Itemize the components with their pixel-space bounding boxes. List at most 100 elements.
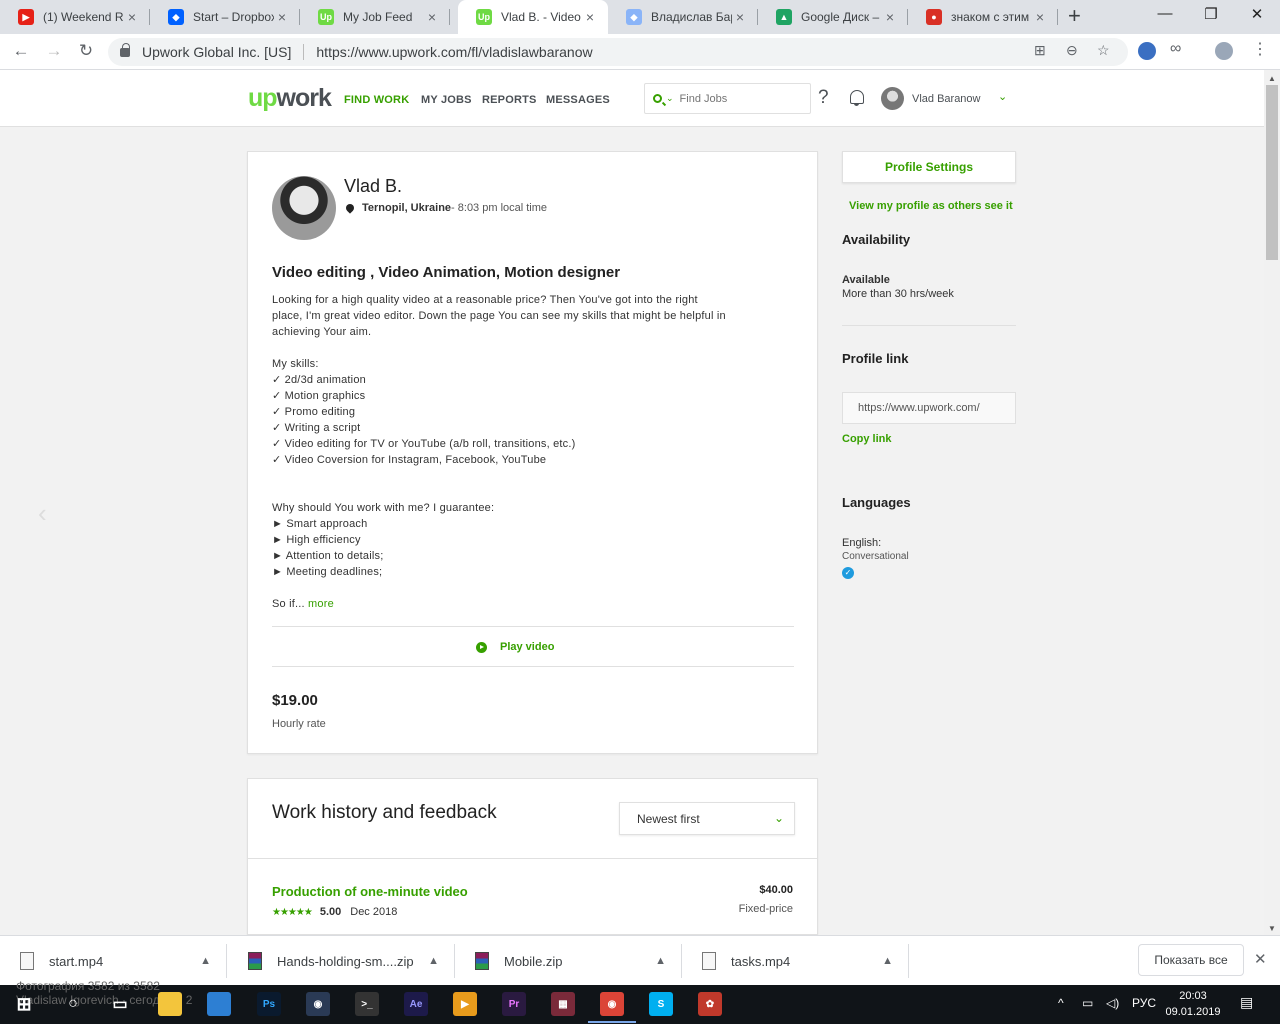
extension-icon[interactable] (1138, 42, 1156, 60)
fruit-app-icon[interactable]: ✿ (698, 992, 722, 1016)
play-video-button[interactable]: Play video (476, 641, 554, 653)
zoom-icon[interactable]: ⊖ (1066, 42, 1078, 59)
tray-expand-icon[interactable]: ^ (1058, 996, 1064, 1010)
media-player-icon[interactable]: ▶ (453, 992, 477, 1016)
notification-center-icon[interactable]: ▤ (1240, 994, 1253, 1011)
profile-icon[interactable] (1215, 42, 1233, 60)
chevron-up-icon[interactable]: ▲ (428, 955, 439, 967)
scroll-up-icon[interactable]: ▲ (1268, 74, 1276, 83)
infinity-extension-icon[interactable]: ∞ (1170, 40, 1181, 58)
url-text[interactable]: https://www.upwork.com/fl/vladislawbaran… (316, 44, 592, 60)
hourly-rate: $19.00 (272, 692, 318, 709)
davinci-icon[interactable]: ◉ (306, 992, 330, 1016)
more-link[interactable]: more (308, 598, 334, 610)
availability-status: Available (842, 274, 890, 286)
close-tab-icon[interactable]: × (274, 9, 290, 25)
guarantee-item: ► Attention to details; (272, 550, 384, 562)
file-explorer-icon[interactable] (158, 992, 182, 1016)
view-as-others-link[interactable]: View my profile as others see it (849, 200, 1013, 212)
close-icon[interactable]: ✕ (1254, 950, 1267, 968)
forward-icon[interactable]: → (43, 41, 65, 61)
job-search[interactable]: ⌄ (644, 83, 811, 114)
browser-tab-vk[interactable]: ◆ Владислав Бара × (608, 0, 758, 34)
browser-tab-youtube[interactable]: ▶ (1) Weekend Re × (0, 0, 150, 34)
page-scrollbar[interactable]: ▲ ▼ (1264, 70, 1280, 935)
browser-tab-job-feed[interactable]: Up My Job Feed × (300, 0, 450, 34)
nav-messages[interactable]: MESSAGES (546, 94, 610, 106)
task-view-icon[interactable]: ▭ (108, 992, 132, 1016)
after-effects-icon[interactable]: Ae (404, 992, 428, 1016)
chevron-down-icon[interactable]: ⌄ (998, 90, 1007, 103)
language-indicator[interactable]: РУС (1132, 996, 1156, 1010)
close-tab-icon[interactable]: × (124, 9, 140, 25)
chevron-down-icon[interactable]: ⌄ (666, 93, 674, 104)
address-bar[interactable]: Upwork Global Inc. [US] https://www.upwo… (108, 38, 1128, 66)
upwork-logo[interactable]: upwork (248, 84, 332, 113)
search-input[interactable] (679, 92, 800, 105)
bookmark-star-icon[interactable]: ☆ (1097, 42, 1110, 59)
archive-app-icon[interactable]: ▦ (551, 992, 575, 1016)
tab-title: Владислав Бара (651, 10, 732, 24)
close-tab-icon[interactable]: × (882, 9, 898, 25)
browser-tab-other[interactable]: ● знаком с этим - × (908, 0, 1058, 34)
back-icon[interactable]: ← (10, 41, 32, 61)
chevron-up-icon[interactable]: ▲ (200, 955, 211, 967)
terminal-icon[interactable]: >_ (355, 992, 379, 1016)
premiere-icon[interactable]: Pr (502, 992, 526, 1016)
restore-icon[interactable]: ❐ (1188, 5, 1234, 23)
profile-settings-button[interactable]: Profile Settings (842, 151, 1016, 183)
chevron-up-icon[interactable]: ▲ (882, 955, 893, 967)
job-score: 5.00 (319, 906, 342, 918)
star-rating-icon: ★★★★★ (272, 906, 313, 918)
nav-find-work[interactable]: FIND WORK (344, 94, 409, 106)
user-name[interactable]: Vlad Baranow (912, 93, 981, 105)
copy-link[interactable]: Copy link (842, 433, 892, 445)
profile-link-field[interactable] (842, 392, 1016, 424)
location-pin-icon (344, 202, 356, 214)
avatar[interactable] (881, 87, 904, 110)
system-clock[interactable]: 20:03 09.01.2019 (1164, 988, 1222, 1020)
minimize-icon[interactable]: — (1142, 5, 1188, 22)
windows-start-icon[interactable]: ⊞ (12, 992, 36, 1016)
chevron-left-icon[interactable]: ‹ (38, 498, 47, 529)
scroll-down-icon[interactable]: ▼ (1268, 924, 1276, 933)
sort-select[interactable]: Newest first ⌄ (619, 802, 795, 835)
close-tab-icon[interactable]: × (424, 9, 440, 25)
download-item[interactable]: Hands-holding-sm....zip ▲ (228, 936, 455, 986)
menu-kebab-icon[interactable]: ⋮ (1252, 39, 1268, 59)
download-shelf: start.mp4 ▲ Hands-holding-sm....zip ▲ Mo… (0, 935, 1280, 985)
close-window-icon[interactable]: ✕ (1234, 5, 1280, 23)
reload-icon[interactable]: ↻ (75, 41, 97, 61)
search-icon (653, 94, 662, 103)
scroll-thumb[interactable] (1266, 85, 1278, 260)
network-icon[interactable]: ▭ (1082, 996, 1093, 1010)
close-tab-icon[interactable]: × (732, 9, 748, 25)
play-icon (476, 641, 487, 653)
nav-reports[interactable]: REPORTS (482, 94, 537, 106)
skype-icon[interactable]: S (649, 992, 673, 1016)
close-tab-icon[interactable]: × (582, 9, 598, 25)
skill-item: ✓ Promo editing (272, 406, 356, 418)
download-item[interactable]: Mobile.zip ▲ (455, 936, 682, 986)
close-tab-icon[interactable]: × (1032, 9, 1048, 25)
photoshop-icon[interactable]: Ps (257, 992, 281, 1016)
nav-my-jobs[interactable]: MY JOBS (421, 94, 472, 106)
chevron-up-icon[interactable]: ▲ (655, 955, 666, 967)
translate-icon[interactable]: ⊞ (1034, 42, 1046, 59)
browser-tab-dropbox[interactable]: ◆ Start – Dropbox × (150, 0, 300, 34)
skill-item: ✓ Motion graphics (272, 390, 366, 402)
chrome-icon[interactable]: ◉ (588, 992, 636, 1023)
verified-check-icon: ✓ (842, 567, 854, 579)
volume-icon[interactable]: ◁) (1106, 996, 1119, 1010)
download-item[interactable]: tasks.mp4 ▲ (682, 936, 909, 986)
job-title-link[interactable]: Production of one-minute video (272, 884, 468, 899)
browser-tab-google-drive[interactable]: ▲ Google Диск – с × (758, 0, 908, 34)
show-all-downloads-button[interactable]: Показать все (1138, 944, 1244, 976)
help-icon[interactable]: ? (818, 87, 829, 109)
new-tab-icon[interactable]: + (1068, 5, 1081, 27)
notifications-bell-icon[interactable] (850, 90, 864, 106)
search-icon[interactable]: ○ (61, 992, 85, 1016)
store-icon[interactable] (207, 992, 231, 1016)
browser-tab-profile[interactable]: Up Vlad B. - Video e × (458, 0, 608, 34)
vk-icon: ◆ (626, 9, 642, 25)
